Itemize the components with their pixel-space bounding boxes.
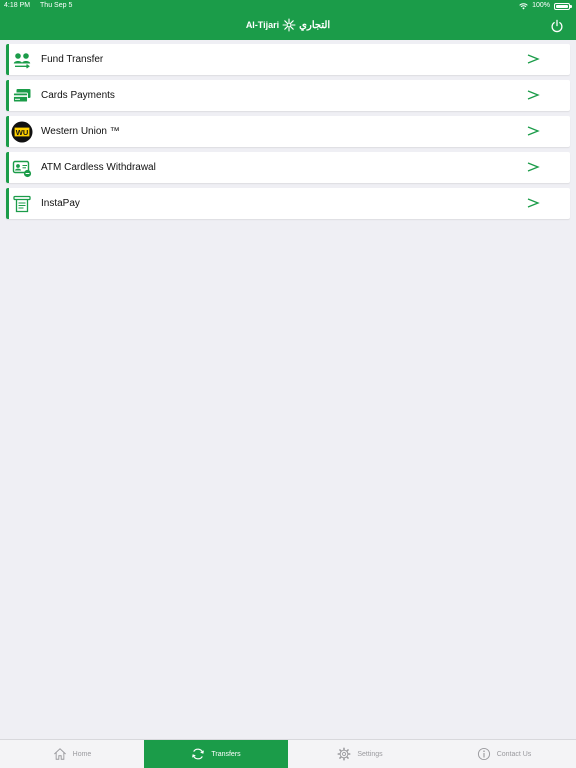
status-bar-left: 4:18 PM Thu Sep 5 [4,0,72,12]
menu-item-cards-payments[interactable]: Cards Payments [6,80,570,111]
menu-item-atm-cardless-withdrawal[interactable]: ATM Cardless Withdrawal [6,152,570,183]
users-transfer-icon [11,49,33,71]
logout-button[interactable] [548,17,566,35]
receipt-icon [11,193,33,215]
logo-latin-text: Al-Tijari [245,20,280,30]
status-time: 4:18 PM [4,2,31,9]
tab-label: Transfers [211,750,241,758]
gear-icon [337,747,351,761]
credit-cards-icon [11,85,33,107]
bank-logo: Al-Tijari التجاري [0,18,576,32]
menu-item-label: InstaPay [41,198,80,209]
western-union-logo-text: WU [16,128,29,137]
menu-item-fund-transfer[interactable]: Fund Transfer [6,44,570,75]
atm-id-card-icon [11,157,33,179]
refresh-arrows-icon [191,747,205,761]
tab-label: Contact Us [496,750,532,758]
menu-item-label: ATM Cardless Withdrawal [41,162,156,173]
western-union-logo: WU [11,121,33,143]
battery-percent: 100% [532,2,550,9]
menu-item-label: Western Union ™ [41,126,120,137]
battery-icon [554,2,572,10]
tab-bar: Home Transfers Settings Contact Us [0,739,576,768]
chevron-right-icon [527,162,540,172]
info-icon [477,747,491,761]
menu-item-western-union[interactable]: WU Western Union ™ [6,116,570,147]
menu-item-label: Fund Transfer [41,54,104,65]
menu-item-instapay[interactable]: InstaPay [6,188,570,219]
transfers-menu: Fund Transfer Cards Payments WU Western … [6,44,570,224]
tab-settings[interactable]: Settings [288,740,432,768]
chevron-right-icon [527,126,540,136]
tab-transfers[interactable]: Transfers [144,740,288,768]
wifi-icon [519,2,528,9]
chevron-right-icon [527,90,540,100]
chevron-right-icon [527,198,540,208]
star-emblem-icon [282,18,296,32]
menu-item-label: Cards Payments [41,90,115,101]
power-icon [551,19,563,33]
status-date: Thu Sep 5 [40,2,73,9]
tab-home[interactable]: Home [0,740,144,768]
tab-label: Settings [357,750,383,758]
status-bar-right: 100% [519,0,572,12]
chevron-right-icon [527,54,540,64]
home-icon [53,747,67,761]
tab-label: Home [72,750,92,758]
tab-contact-us[interactable]: Contact Us [432,740,576,768]
status-bar: 4:18 PM Thu Sep 5 100% [0,0,576,12]
logo-arabic-text: التجاري [299,19,331,31]
nav-bar: Al-Tijari التجاري [0,12,576,40]
